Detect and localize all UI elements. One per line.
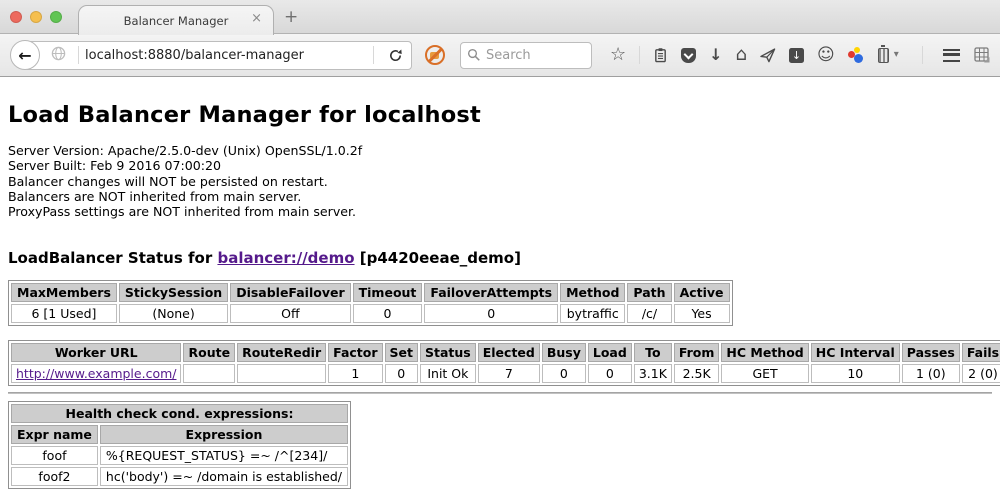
clipboard-icon[interactable] — [653, 47, 668, 63]
col-expr-name: Expr name — [11, 425, 98, 444]
tab-title: Balancer Manager — [124, 14, 229, 28]
col-elected: Elected — [478, 343, 540, 362]
search-box[interactable] — [460, 42, 592, 69]
window-minimize-button[interactable] — [30, 11, 42, 23]
reload-divider — [373, 46, 374, 64]
navigation-toolbar: ← localhost:8880/balancer-manager ☆ — [0, 34, 1000, 77]
server-version-line: Server Version: Apache/2.5.0-dev (Unix) … — [8, 143, 992, 158]
colored-dots-extension-icon[interactable] — [848, 47, 865, 63]
server-built-line: Server Built: Feb 9 2016 07:00:20 — [8, 158, 992, 173]
col-factor: Factor — [328, 343, 382, 362]
health-check-table: Health check cond. expressions: Expr nam… — [8, 401, 351, 489]
downloads-icon[interactable]: ↓ — [709, 47, 722, 63]
home-icon[interactable]: ⌂ — [736, 46, 747, 64]
url-divider — [78, 46, 79, 64]
col-maxmembers: MaxMembers — [11, 283, 117, 302]
balancer-settings-table: MaxMembers StickySession DisableFailover… — [8, 280, 733, 326]
table-row: http://www.example.com/ 1 0 Init Ok 7 0 … — [11, 364, 1000, 383]
url-text[interactable]: localhost:8880/balancer-manager — [85, 48, 367, 63]
col-load: Load — [588, 343, 632, 362]
search-icon — [467, 48, 481, 62]
table-title-row: Health check cond. expressions: — [11, 404, 348, 423]
col-passes: Passes — [902, 343, 960, 362]
send-plane-icon[interactable] — [760, 48, 776, 63]
col-active: Active — [674, 283, 730, 302]
persist-notice-line: Balancer changes will NOT be persisted o… — [8, 174, 992, 189]
col-from: From — [674, 343, 720, 362]
col-method: Method — [560, 283, 625, 302]
col-to: To — [634, 343, 672, 362]
tab-close-icon[interactable]: × — [251, 12, 262, 25]
content-blocked-icon[interactable] — [425, 45, 445, 65]
status-heading-suffix: [p4420eeae_demo] — [355, 249, 521, 267]
browser-tab[interactable]: Balancer Manager × — [78, 5, 274, 35]
toolbar-divider — [639, 46, 640, 64]
chat-smiley-icon[interactable]: ☺ — [817, 47, 835, 64]
col-routeredir: RouteRedir — [237, 343, 326, 362]
table-row: 6 [1 Used] (None) Off 0 0 bytraffic /c/ … — [11, 304, 730, 323]
toolbar-icons: ☆ ↓ ⌂ ↓ ☺ ▾ — [610, 46, 899, 64]
video-download-icon[interactable]: ↓ — [789, 48, 804, 63]
divider-rule — [8, 392, 992, 394]
url-bar[interactable]: localhost:8880/balancer-manager — [24, 41, 412, 70]
col-route: Route — [183, 343, 235, 362]
window-zoom-button[interactable] — [50, 11, 62, 23]
status-heading-prefix: LoadBalancer Status for — [8, 249, 217, 267]
back-button[interactable]: ← — [10, 40, 40, 70]
battery-extension-icon[interactable] — [878, 48, 889, 63]
pocket-icon[interactable] — [681, 48, 696, 63]
tab-bar: Balancer Manager × + — [0, 0, 1000, 34]
col-busy: Busy — [542, 343, 586, 362]
page-title: Load Balancer Manager for localhost — [8, 77, 992, 128]
server-info: Server Version: Apache/2.5.0-dev (Unix) … — [8, 143, 992, 219]
table-header-row: Expr name Expression — [11, 425, 348, 444]
proxypass-notice-line: ProxyPass settings are NOT inherited fro… — [8, 204, 992, 219]
table-row: foof2 hc('body') =~ /domain is establish… — [11, 467, 348, 486]
tab-groups-icon[interactable] — [974, 47, 990, 63]
site-identity-globe-icon[interactable] — [51, 46, 66, 65]
search-input[interactable] — [486, 48, 576, 63]
menu-divider — [922, 46, 923, 64]
chevron-down-icon[interactable]: ▾ — [894, 50, 899, 60]
worker-status-table: Worker URL Route RouteRedir Factor Set S… — [8, 340, 1000, 386]
worker-url-link[interactable]: http://www.example.com/ — [16, 366, 176, 381]
col-fails: Fails — [962, 343, 1000, 362]
new-tab-button[interactable]: + — [284, 7, 298, 27]
balancers-notice-line: Balancers are NOT inherited from main se… — [8, 189, 992, 204]
col-status: Status — [420, 343, 476, 362]
traffic-lights — [10, 11, 62, 23]
browser-window: Balancer Manager × + ← localhost:8880/ba… — [0, 0, 1000, 491]
bookmark-star-icon[interactable]: ☆ — [610, 46, 626, 64]
table-header-row: Worker URL Route RouteRedir Factor Set S… — [11, 343, 1000, 362]
page-content: Load Balancer Manager for localhost Serv… — [0, 77, 1000, 490]
balancer-demo-link[interactable]: balancer://demo — [217, 249, 354, 267]
col-worker-url: Worker URL — [11, 343, 181, 362]
table-header-row: MaxMembers StickySession DisableFailover… — [11, 283, 730, 302]
menu-hamburger-icon[interactable] — [943, 49, 960, 62]
reload-icon[interactable] — [388, 48, 403, 63]
table-row: foof %{REQUEST_STATUS} =~ /^[234]/ — [11, 446, 348, 465]
col-path: Path — [627, 283, 671, 302]
col-stickysession: StickySession — [119, 283, 228, 302]
health-table-title: Health check cond. expressions: — [11, 404, 348, 423]
loadbalancer-status-heading: LoadBalancer Status for balancer://demo … — [8, 249, 992, 267]
col-expression: Expression — [100, 425, 348, 444]
window-close-button[interactable] — [10, 11, 22, 23]
col-disablefailover: DisableFailover — [230, 283, 350, 302]
col-timeout: Timeout — [353, 283, 423, 302]
col-hc-interval: HC Interval — [811, 343, 900, 362]
col-hc-method: HC Method — [721, 343, 808, 362]
toolbar-right-group — [916, 46, 990, 64]
col-failoverattempts: FailoverAttempts — [424, 283, 558, 302]
col-set: Set — [385, 343, 418, 362]
